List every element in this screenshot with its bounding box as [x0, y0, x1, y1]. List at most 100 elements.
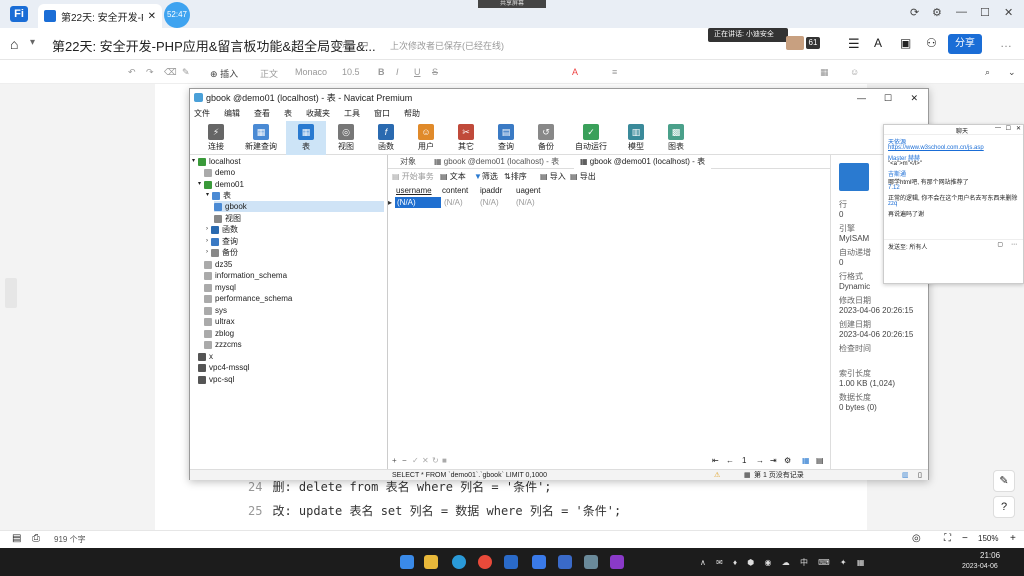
windows-start-icon[interactable]	[400, 555, 414, 569]
app-logo-icon[interactable]: Fi	[10, 6, 28, 22]
chat-input[interactable]	[888, 251, 1021, 281]
more-icon[interactable]: …	[1000, 36, 1012, 50]
tree-item[interactable]: dz35	[204, 259, 232, 270]
style-select[interactable]: 正文	[260, 67, 278, 80]
tool-query-button[interactable]: ▤ 查询	[486, 121, 526, 155]
outline-toggle[interactable]	[5, 278, 17, 308]
meeting-app-icon[interactable]	[532, 555, 546, 569]
tree-item[interactable]: mysql	[204, 282, 236, 293]
close-icon[interactable]: ✕	[1016, 125, 1021, 132]
text-button[interactable]: ▤ 文本	[440, 171, 466, 183]
italic-icon[interactable]: I	[396, 67, 399, 77]
begin-transaction-button[interactable]: ▤ 开始事务	[392, 171, 434, 183]
tree-item[interactable]: › 函数	[206, 224, 238, 235]
minimize-icon[interactable]: —	[995, 125, 1001, 131]
form-view-icon[interactable]: ▤	[816, 455, 824, 467]
tree-item[interactable]: vpc4-mssql	[198, 362, 249, 373]
file-icon[interactable]: ▢	[997, 241, 1003, 248]
tool-backup-button[interactable]: ↺ 备份	[526, 121, 566, 155]
tree-item[interactable]: ultrax	[204, 316, 235, 327]
font-color-icon[interactable]: A	[572, 67, 578, 77]
table-cell[interactable]: (N/A)	[444, 197, 463, 208]
delete-row-icon[interactable]: −	[402, 455, 407, 467]
clear-format-icon[interactable]: ✎	[182, 67, 190, 78]
menu-view[interactable]: 查看	[254, 107, 270, 121]
chevron-down-icon[interactable]: ▾	[30, 37, 35, 48]
close-icon[interactable]: ✕	[910, 89, 918, 107]
code-line[interactable]: 25 改: update 表名 set 列名 = 数据 where 列名 = '条…	[248, 502, 621, 519]
zoom-level[interactable]: 150%	[978, 534, 998, 543]
tool-connect-button[interactable]: ⚡ 连接	[196, 121, 236, 155]
tree-item[interactable]: x	[198, 351, 213, 362]
more-icon[interactable]: ⋯	[1011, 241, 1017, 248]
tree-item[interactable]: ▾ demo01	[198, 179, 244, 190]
refresh-icon[interactable]: ↻	[432, 455, 439, 467]
menu-edit[interactable]: 编辑	[224, 107, 240, 121]
insert-button[interactable]: ⊕ 插入	[210, 67, 238, 80]
tree-item[interactable]: › 备份	[206, 247, 238, 258]
navicat-titlebar[interactable]: gbook @demo01 (localhost) - 表 - Navicat …	[190, 89, 928, 107]
maximize-icon[interactable]: ☐	[980, 6, 990, 19]
underline-icon[interactable]: U	[414, 67, 421, 77]
tree-item[interactable]: › 查询	[206, 236, 238, 247]
share-button[interactable]: 分享	[948, 34, 982, 54]
avatar[interactable]	[786, 36, 804, 50]
tab-gbook-2[interactable]: ▦ gbook @demo01 (localhost) - 表	[574, 155, 712, 169]
fullscreen-icon[interactable]: ⛶	[944, 533, 951, 544]
layout-icon[interactable]: ▥	[902, 470, 909, 481]
tool-view-button[interactable]: ◎ 视图	[326, 121, 366, 155]
strikethrough-icon[interactable]: S	[432, 67, 438, 77]
tree-item[interactable]: sys	[204, 305, 227, 316]
app-icon[interactable]	[504, 555, 518, 569]
tree-item[interactable]: ▾ 表	[206, 190, 231, 201]
chrome-icon[interactable]	[478, 555, 492, 569]
collapse-icon[interactable]: ⌄	[1008, 67, 1016, 78]
navicat-taskbar-icon[interactable]	[584, 555, 598, 569]
present-icon[interactable]: ▣	[900, 36, 911, 50]
tab-gbook-1[interactable]: ▦ gbook @demo01 (localhost) - 表	[428, 155, 565, 169]
word-count[interactable]: 919 个字	[54, 534, 86, 545]
page-number[interactable]: 1	[742, 455, 746, 467]
align-icon[interactable]: ≡	[612, 67, 617, 77]
tree-item[interactable]: zzzcms	[204, 339, 242, 350]
tree-item[interactable]: zblog	[204, 328, 234, 339]
tool-function-button[interactable]: f 函数	[366, 121, 406, 155]
help-icon[interactable]: ?	[993, 496, 1015, 518]
tool-table-button[interactable]: ▦ 表	[286, 121, 326, 155]
last-page-icon[interactable]: ⇥	[770, 455, 777, 467]
chat-panel[interactable]: 聊天 — ☐ ✕ 天依源 https://www.w3school.com.cn…	[883, 124, 1024, 284]
next-page-icon[interactable]: →	[756, 455, 764, 467]
import-button[interactable]: ▤ 导入	[540, 171, 566, 183]
tool-model-button[interactable]: ▥ 模型	[616, 121, 656, 155]
menu-table[interactable]: 表	[284, 107, 292, 121]
meeting-timer[interactable]: 52:47	[164, 2, 190, 28]
zoom-in-icon[interactable]: +	[1010, 533, 1016, 544]
file-explorer-icon[interactable]	[424, 555, 438, 569]
menu-favorites[interactable]: 收藏夹	[306, 107, 330, 121]
chat-link[interactable]: https://www.w3school.com.cn/js.asp	[888, 145, 984, 151]
refresh-icon[interactable]: ⟳	[910, 6, 919, 19]
menu-help[interactable]: 帮助	[404, 107, 420, 121]
settings-icon[interactable]: ⚙	[784, 455, 791, 467]
filter-button[interactable]: ▼筛选	[474, 171, 498, 183]
search-icon[interactable]: ⌕	[985, 67, 990, 78]
tool-user-button[interactable]: ☺ 用户	[406, 121, 446, 155]
outline-icon[interactable]: ▤	[12, 533, 21, 544]
table-insert-icon[interactable]: ▦	[820, 67, 829, 78]
folder-icon[interactable]: ▭	[358, 37, 368, 50]
chat-send-to[interactable]: 发送至: 所有人	[888, 242, 927, 251]
layout-alt-icon[interactable]: ▯	[918, 470, 922, 481]
font-size-select[interactable]: 10.5	[342, 67, 360, 77]
tool-others-button[interactable]: ✂ 其它	[446, 121, 486, 155]
stop-icon[interactable]: ■	[442, 455, 447, 467]
tree-item[interactable]: 视图	[214, 213, 241, 224]
export-button[interactable]: ▤ 导出	[570, 171, 596, 183]
tool-new-query-button[interactable]: ▦ 新建查询	[236, 121, 286, 155]
zoom-out-icon[interactable]: −	[962, 533, 968, 544]
taskbar-date[interactable]: 2023-04-06	[962, 563, 998, 570]
system-tray-icons[interactable]: ∧ ✉ ♦ ⬢ ◉ ☁ 中 ⌨ ✦ ▦	[700, 557, 868, 568]
column-header[interactable]: username	[396, 185, 432, 196]
edge-icon[interactable]	[452, 555, 466, 569]
tree-item[interactable]: ▾ localhost	[192, 156, 241, 167]
format-painter-icon[interactable]: ⌫	[164, 67, 177, 78]
